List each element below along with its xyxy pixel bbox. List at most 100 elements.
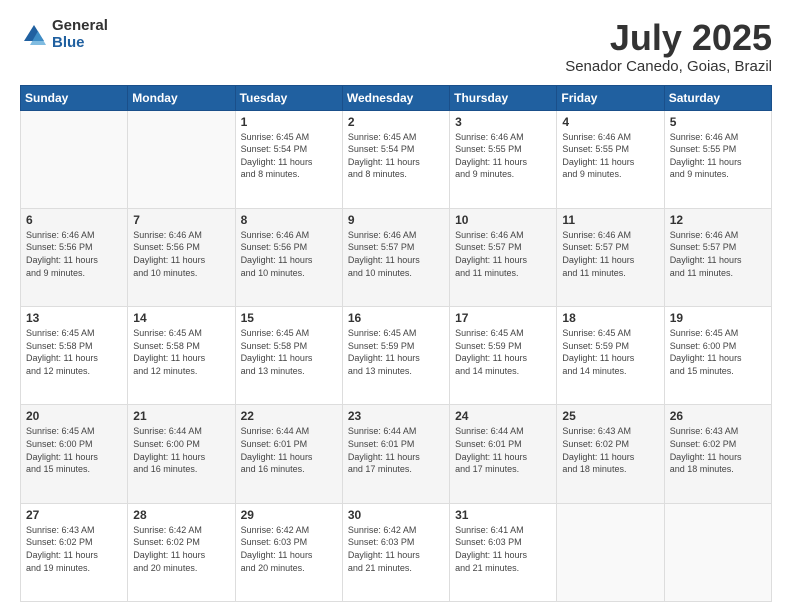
table-row: 27 Sunrise: 6:43 AM Sunset: 6:02 PM Dayli… (21, 503, 128, 601)
table-row: 13 Sunrise: 6:45 AM Sunset: 5:58 PM Dayli… (21, 307, 128, 405)
header-thursday: Thursday (450, 85, 557, 110)
table-row: 4 Sunrise: 6:46 AM Sunset: 5:55 PM Daylig… (557, 110, 664, 208)
day-info: Sunrise: 6:43 AM Sunset: 6:02 PM Dayligh… (26, 524, 122, 574)
day-number: 29 (241, 508, 337, 522)
day-info: Sunrise: 6:45 AM Sunset: 5:58 PM Dayligh… (241, 327, 337, 377)
table-row: 15 Sunrise: 6:45 AM Sunset: 5:58 PM Dayli… (235, 307, 342, 405)
subtitle: Senador Canedo, Goias, Brazil (565, 58, 772, 75)
day-info: Sunrise: 6:46 AM Sunset: 5:57 PM Dayligh… (670, 229, 766, 279)
day-info: Sunrise: 6:44 AM Sunset: 6:01 PM Dayligh… (348, 425, 444, 475)
table-row: 29 Sunrise: 6:42 AM Sunset: 6:03 PM Dayli… (235, 503, 342, 601)
day-info: Sunrise: 6:44 AM Sunset: 6:01 PM Dayligh… (455, 425, 551, 475)
page: General Blue July 2025 Senador Canedo, G… (0, 0, 792, 612)
day-number: 19 (670, 311, 766, 325)
day-number: 18 (562, 311, 658, 325)
logo-icon (20, 21, 48, 49)
table-row: 5 Sunrise: 6:46 AM Sunset: 5:55 PM Daylig… (664, 110, 771, 208)
header-tuesday: Tuesday (235, 85, 342, 110)
day-info: Sunrise: 6:46 AM Sunset: 5:56 PM Dayligh… (241, 229, 337, 279)
day-info: Sunrise: 6:45 AM Sunset: 5:59 PM Dayligh… (348, 327, 444, 377)
day-info: Sunrise: 6:44 AM Sunset: 6:01 PM Dayligh… (241, 425, 337, 475)
table-row (21, 110, 128, 208)
table-row: 19 Sunrise: 6:45 AM Sunset: 6:00 PM Dayli… (664, 307, 771, 405)
day-info: Sunrise: 6:42 AM Sunset: 6:02 PM Dayligh… (133, 524, 229, 574)
week-row-3: 20 Sunrise: 6:45 AM Sunset: 6:00 PM Dayli… (21, 405, 772, 503)
table-row: 12 Sunrise: 6:46 AM Sunset: 5:57 PM Dayli… (664, 208, 771, 306)
day-info: Sunrise: 6:43 AM Sunset: 6:02 PM Dayligh… (562, 425, 658, 475)
day-info: Sunrise: 6:45 AM Sunset: 5:59 PM Dayligh… (455, 327, 551, 377)
table-row: 9Sunrise: 6:46 AM Sunset: 5:57 PM Daylig… (342, 208, 449, 306)
day-number: 5 (670, 115, 766, 129)
week-row-0: 1Sunrise: 6:45 AM Sunset: 5:54 PM Daylig… (21, 110, 772, 208)
day-info: Sunrise: 6:46 AM Sunset: 5:56 PM Dayligh… (133, 229, 229, 279)
day-number: 15 (241, 311, 337, 325)
day-number: 31 (455, 508, 551, 522)
logo: General Blue (20, 18, 108, 51)
table-row: 30Sunrise: 6:42 AM Sunset: 6:03 PM Dayli… (342, 503, 449, 601)
header: General Blue July 2025 Senador Canedo, G… (20, 18, 772, 75)
day-number: 7 (133, 213, 229, 227)
day-number: 17 (455, 311, 551, 325)
table-row: 17 Sunrise: 6:45 AM Sunset: 5:59 PM Dayli… (450, 307, 557, 405)
table-row: 21Sunrise: 6:44 AM Sunset: 6:00 PM Dayli… (128, 405, 235, 503)
day-info: Sunrise: 6:46 AM Sunset: 5:57 PM Dayligh… (562, 229, 658, 279)
day-number: 22 (241, 409, 337, 423)
table-row: 7 Sunrise: 6:46 AM Sunset: 5:56 PM Daylig… (128, 208, 235, 306)
table-row: 3Sunrise: 6:46 AM Sunset: 5:55 PM Daylig… (450, 110, 557, 208)
day-info: Sunrise: 6:45 AM Sunset: 5:59 PM Dayligh… (562, 327, 658, 377)
day-number: 20 (26, 409, 122, 423)
table-row: 25Sunrise: 6:43 AM Sunset: 6:02 PM Dayli… (557, 405, 664, 503)
table-row: 28 Sunrise: 6:42 AM Sunset: 6:02 PM Dayli… (128, 503, 235, 601)
logo-general: General (52, 18, 108, 35)
table-row: 22 Sunrise: 6:44 AM Sunset: 6:01 PM Dayli… (235, 405, 342, 503)
header-saturday: Saturday (664, 85, 771, 110)
day-number: 11 (562, 213, 658, 227)
day-number: 12 (670, 213, 766, 227)
day-number: 8 (241, 213, 337, 227)
logo-blue: Blue (52, 35, 108, 52)
table-row: 11 Sunrise: 6:46 AM Sunset: 5:57 PM Dayli… (557, 208, 664, 306)
table-row: 16 Sunrise: 6:45 AM Sunset: 5:59 PM Dayli… (342, 307, 449, 405)
day-info: Sunrise: 6:45 AM Sunset: 5:58 PM Dayligh… (26, 327, 122, 377)
table-row (557, 503, 664, 601)
logo-text: General Blue (52, 18, 108, 51)
day-info: Sunrise: 6:41 AM Sunset: 6:03 PM Dayligh… (455, 524, 551, 574)
day-info: Sunrise: 6:45 AM Sunset: 6:00 PM Dayligh… (26, 425, 122, 475)
header-wednesday: Wednesday (342, 85, 449, 110)
header-sunday: Sunday (21, 85, 128, 110)
day-info: Sunrise: 6:45 AM Sunset: 5:54 PM Dayligh… (241, 131, 337, 181)
day-number: 4 (562, 115, 658, 129)
table-row: 24Sunrise: 6:44 AM Sunset: 6:01 PM Dayli… (450, 405, 557, 503)
day-info: Sunrise: 6:46 AM Sunset: 5:57 PM Dayligh… (455, 229, 551, 279)
day-info: Sunrise: 6:44 AM Sunset: 6:00 PM Dayligh… (133, 425, 229, 475)
day-number: 2 (348, 115, 444, 129)
day-number: 16 (348, 311, 444, 325)
day-info: Sunrise: 6:46 AM Sunset: 5:55 PM Dayligh… (670, 131, 766, 181)
day-number: 28 (133, 508, 229, 522)
day-info: Sunrise: 6:42 AM Sunset: 6:03 PM Dayligh… (241, 524, 337, 574)
day-number: 30 (348, 508, 444, 522)
table-row: 20 Sunrise: 6:45 AM Sunset: 6:00 PM Dayli… (21, 405, 128, 503)
day-info: Sunrise: 6:46 AM Sunset: 5:55 PM Dayligh… (562, 131, 658, 181)
day-number: 13 (26, 311, 122, 325)
table-row: 10Sunrise: 6:46 AM Sunset: 5:57 PM Dayli… (450, 208, 557, 306)
table-row: 8 Sunrise: 6:46 AM Sunset: 5:56 PM Daylig… (235, 208, 342, 306)
table-row: 1Sunrise: 6:45 AM Sunset: 5:54 PM Daylig… (235, 110, 342, 208)
header-friday: Friday (557, 85, 664, 110)
day-number: 14 (133, 311, 229, 325)
table-row: 23 Sunrise: 6:44 AM Sunset: 6:01 PM Dayli… (342, 405, 449, 503)
table-row (128, 110, 235, 208)
week-row-4: 27 Sunrise: 6:43 AM Sunset: 6:02 PM Dayli… (21, 503, 772, 601)
day-info: Sunrise: 6:45 AM Sunset: 5:54 PM Dayligh… (348, 131, 444, 181)
table-row: 14 Sunrise: 6:45 AM Sunset: 5:58 PM Dayli… (128, 307, 235, 405)
day-info: Sunrise: 6:45 AM Sunset: 5:58 PM Dayligh… (133, 327, 229, 377)
day-number: 6 (26, 213, 122, 227)
table-row: 26Sunrise: 6:43 AM Sunset: 6:02 PM Dayli… (664, 405, 771, 503)
day-info: Sunrise: 6:45 AM Sunset: 6:00 PM Dayligh… (670, 327, 766, 377)
day-number: 23 (348, 409, 444, 423)
day-number: 3 (455, 115, 551, 129)
day-number: 26 (670, 409, 766, 423)
main-title: July 2025 (565, 18, 772, 58)
day-number: 9 (348, 213, 444, 227)
day-number: 27 (26, 508, 122, 522)
